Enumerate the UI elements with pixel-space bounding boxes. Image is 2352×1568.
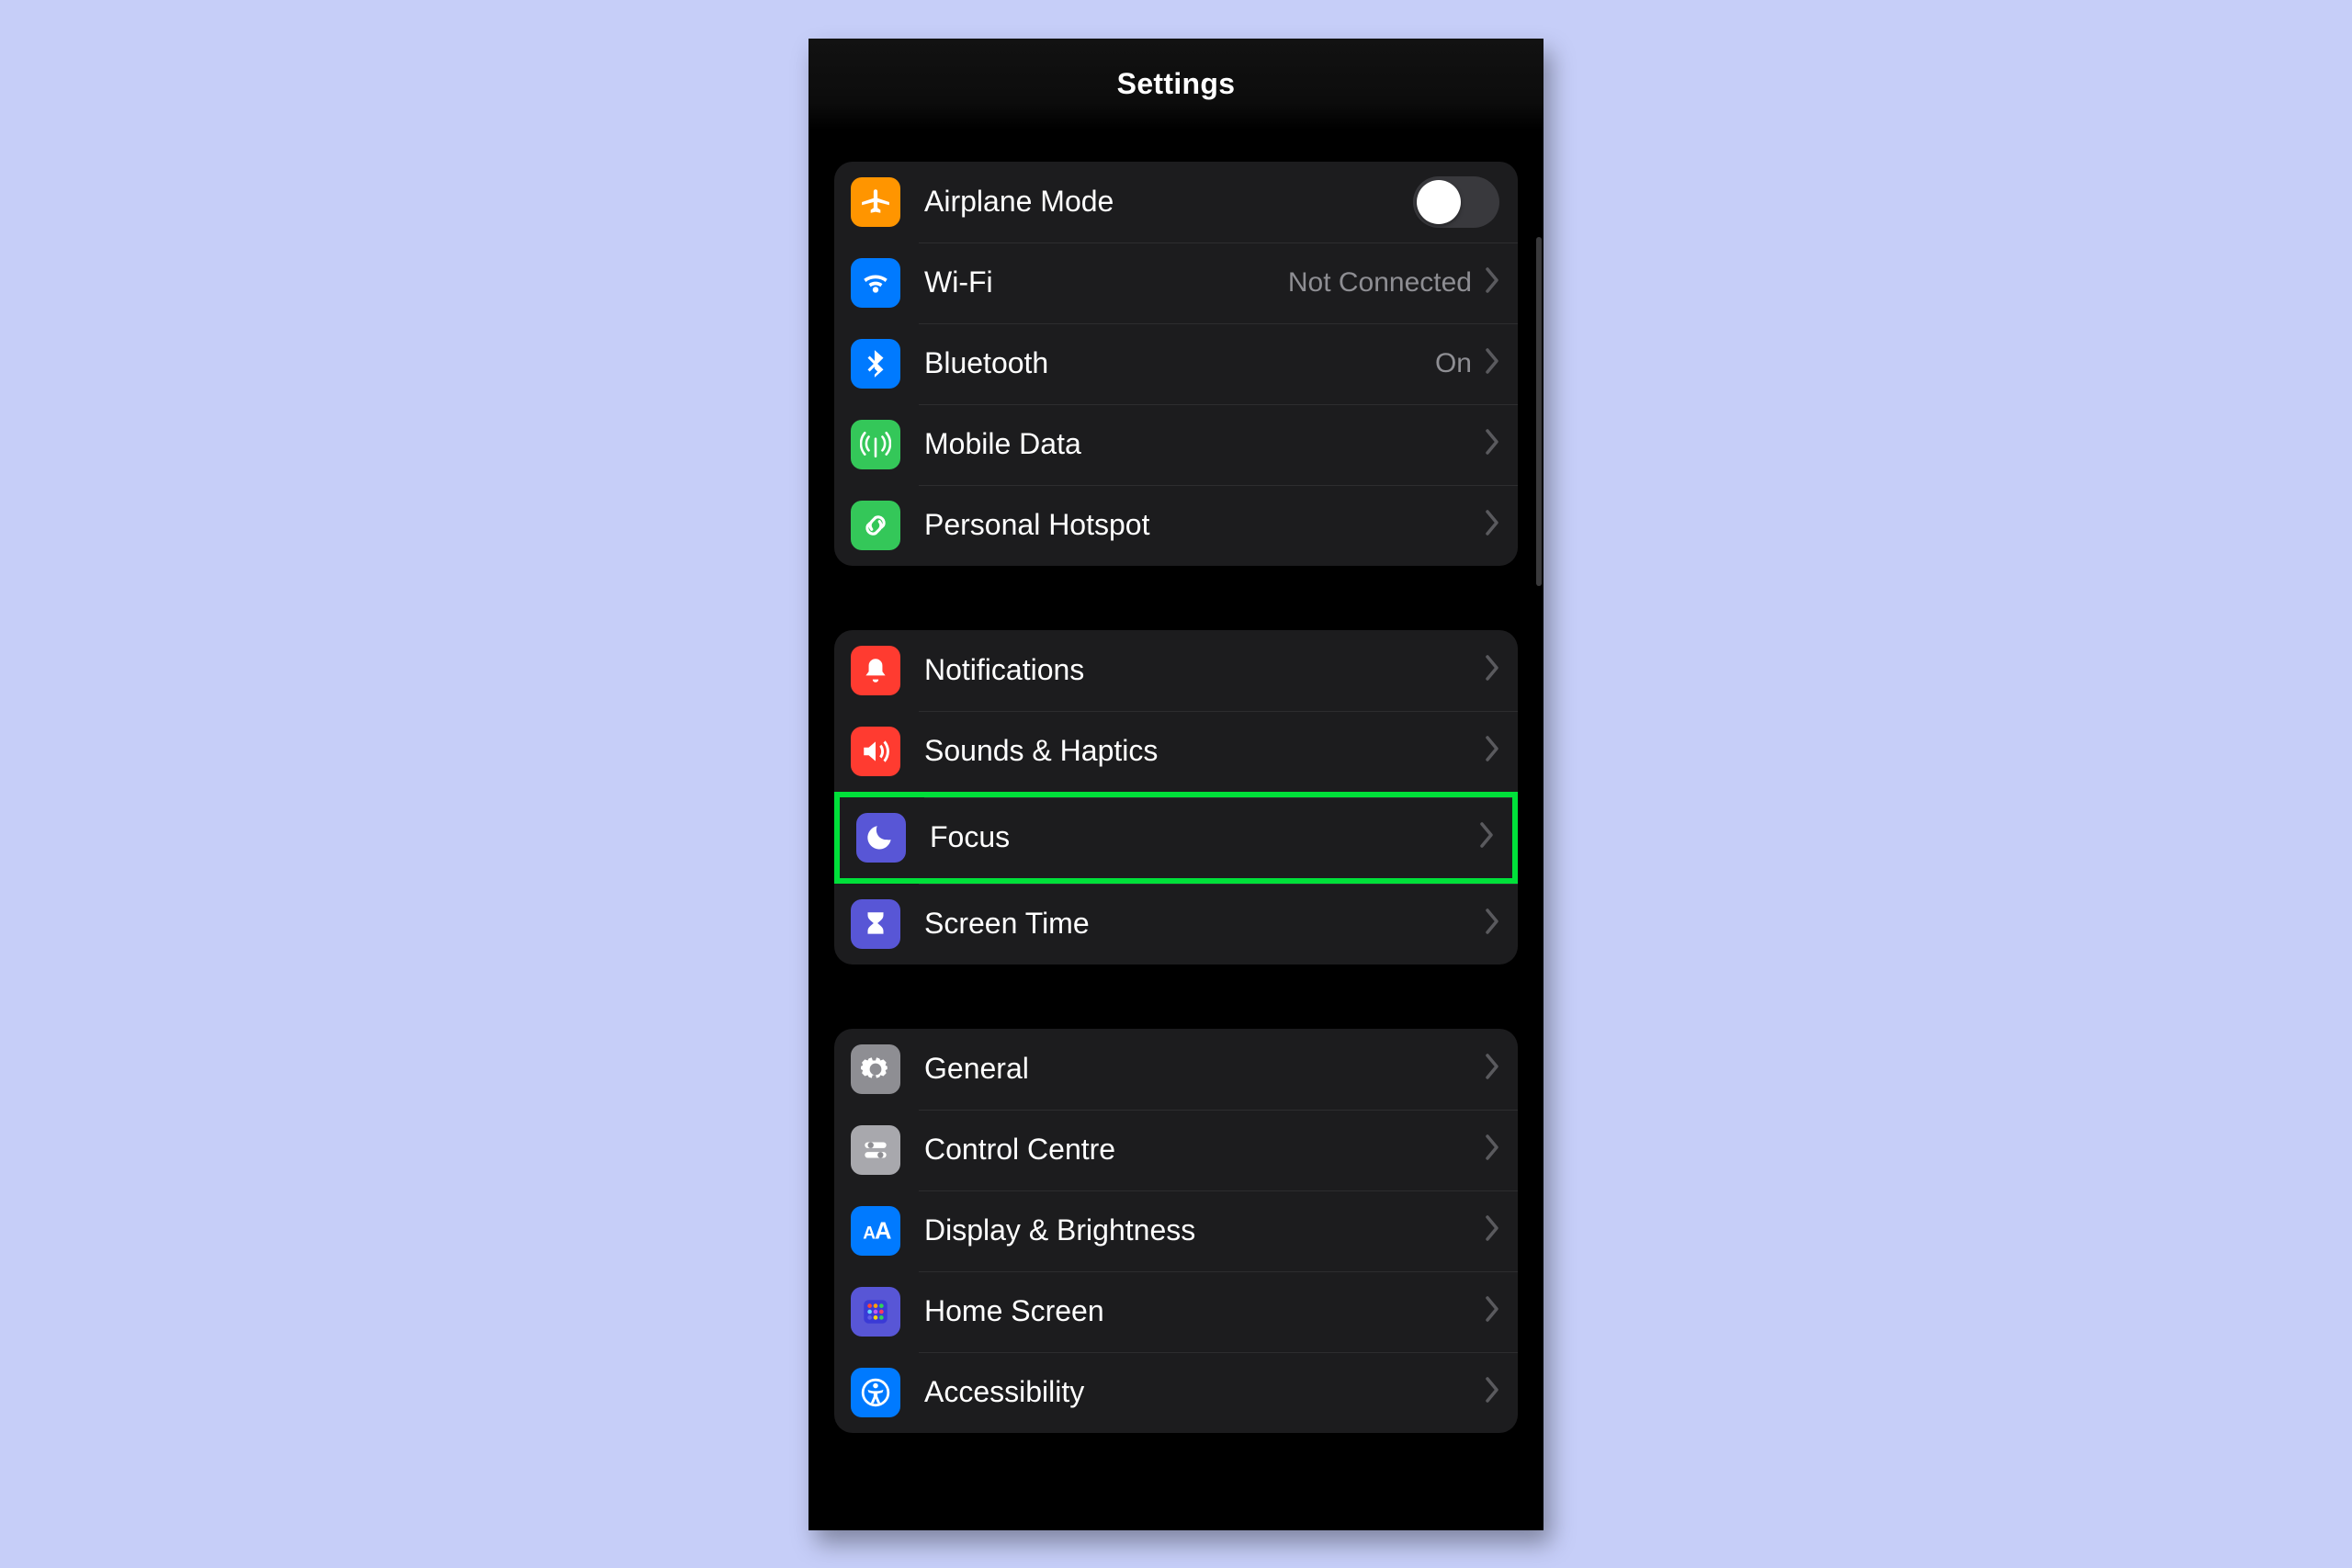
nav-bar: Settings xyxy=(808,39,1544,130)
row-detail: Not Connected xyxy=(1288,267,1472,299)
gear-icon xyxy=(851,1044,900,1094)
settings-group: Airplane ModeWi-FiNot ConnectedBluetooth… xyxy=(834,162,1518,566)
accessibility-icon xyxy=(851,1368,900,1417)
chevron-right-icon xyxy=(1485,348,1499,378)
chevron-right-icon xyxy=(1485,429,1499,459)
row-mobile-data[interactable]: Mobile Data xyxy=(834,404,1518,485)
row-wifi[interactable]: Wi-FiNot Connected xyxy=(834,243,1518,323)
row-label: Wi-Fi xyxy=(924,265,1288,299)
row-control-centre[interactable]: Control Centre xyxy=(834,1110,1518,1190)
hourglass-icon xyxy=(851,899,900,949)
row-display[interactable]: Display & Brightness xyxy=(834,1190,1518,1271)
row-hotspot[interactable]: Personal Hotspot xyxy=(834,485,1518,566)
textsize-icon xyxy=(851,1206,900,1256)
row-label: Home Screen xyxy=(924,1294,1485,1328)
settings-scroll[interactable]: Airplane ModeWi-FiNot ConnectedBluetooth… xyxy=(808,130,1544,1433)
row-home-screen[interactable]: Home Screen xyxy=(834,1271,1518,1352)
row-label: Bluetooth xyxy=(924,346,1435,380)
row-label: Notifications xyxy=(924,653,1485,687)
chevron-right-icon xyxy=(1485,908,1499,939)
row-sounds[interactable]: Sounds & Haptics xyxy=(834,711,1518,792)
link-icon xyxy=(851,501,900,550)
row-bluetooth[interactable]: BluetoothOn xyxy=(834,323,1518,404)
moon-icon xyxy=(856,813,906,863)
bell-icon xyxy=(851,646,900,695)
bluetooth-icon xyxy=(851,339,900,389)
row-label: Focus xyxy=(930,820,1479,854)
speaker-icon xyxy=(851,727,900,776)
wifi-icon xyxy=(851,258,900,308)
settings-group: Notifications Sounds & Haptics Focus Screen… xyxy=(834,630,1518,964)
chevron-right-icon xyxy=(1485,736,1499,766)
row-label: Personal Hotspot xyxy=(924,508,1485,542)
chevron-right-icon xyxy=(1485,1377,1499,1407)
airplane-icon xyxy=(851,177,900,227)
row-label: Airplane Mode xyxy=(924,185,1413,219)
row-screen-time[interactable]: Screen Time xyxy=(834,884,1518,964)
scroll-indicator xyxy=(1536,237,1542,586)
row-label: Screen Time xyxy=(924,907,1485,941)
stage: Settings Airplane Mode Wi-FiNot Connected… xyxy=(0,0,2352,1568)
airplane-toggle[interactable] xyxy=(1413,176,1499,228)
chevron-right-icon xyxy=(1479,822,1494,852)
row-label: Sounds & Haptics xyxy=(924,734,1485,768)
row-airplane[interactable]: Airplane Mode xyxy=(834,162,1518,243)
row-focus[interactable]: Focus xyxy=(834,792,1518,884)
chevron-right-icon xyxy=(1485,655,1499,685)
page-title: Settings xyxy=(1117,67,1236,101)
chevron-right-icon xyxy=(1485,1215,1499,1246)
row-notifications[interactable]: Notifications xyxy=(834,630,1518,711)
grid-icon xyxy=(851,1287,900,1337)
row-label: Accessibility xyxy=(924,1375,1485,1409)
row-accessibility[interactable]: Accessibility xyxy=(834,1352,1518,1433)
chevron-right-icon xyxy=(1485,1296,1499,1326)
row-label: General xyxy=(924,1052,1485,1086)
row-label: Control Centre xyxy=(924,1133,1485,1167)
row-detail: On xyxy=(1435,348,1472,379)
chevron-right-icon xyxy=(1485,1134,1499,1165)
chevron-right-icon xyxy=(1485,510,1499,540)
phone-frame: Settings Airplane Mode Wi-FiNot Connected… xyxy=(808,39,1544,1530)
row-label: Display & Brightness xyxy=(924,1213,1485,1247)
chevron-right-icon xyxy=(1485,1054,1499,1084)
row-label: Mobile Data xyxy=(924,427,1485,461)
antenna-icon xyxy=(851,420,900,469)
settings-group: General Control Centre Display & Brightnes… xyxy=(834,1029,1518,1433)
row-general[interactable]: General xyxy=(834,1029,1518,1110)
chevron-right-icon xyxy=(1485,267,1499,298)
sliders-icon xyxy=(851,1125,900,1175)
